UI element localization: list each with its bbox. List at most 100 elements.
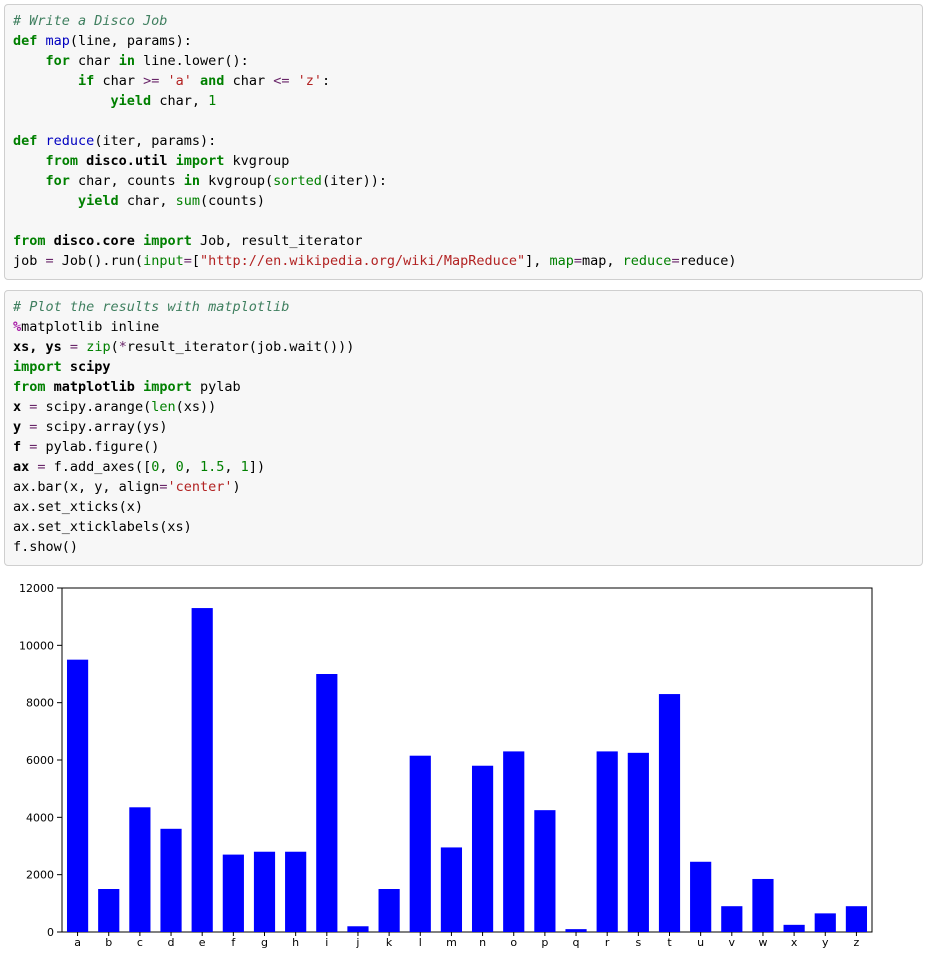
expr: f.add_axes([ <box>46 459 152 475</box>
bar-c <box>129 807 150 932</box>
module: disco.util <box>86 153 167 169</box>
comma: , <box>192 93 208 109</box>
close: ) <box>232 479 240 495</box>
op-eq: = <box>184 253 192 269</box>
svg-text:w: w <box>758 936 767 949</box>
bracket: ], <box>525 253 549 269</box>
svg-text:e: e <box>199 936 206 949</box>
op-eq: = <box>46 253 54 269</box>
id: char <box>102 73 135 89</box>
colon: : <box>322 73 330 89</box>
kwarg-reduce: reduce <box>623 253 672 269</box>
svg-text:r: r <box>605 936 610 949</box>
bar-v <box>721 906 742 932</box>
close: ) <box>728 253 736 269</box>
comment: # Write a Disco Job <box>13 13 167 29</box>
sep: , <box>224 459 240 475</box>
code-cell-1: # Write a Disco Job def map(line, params… <box>4 4 923 280</box>
fn-map: map <box>46 33 70 49</box>
svg-text:f: f <box>231 936 236 949</box>
svg-text:t: t <box>667 936 672 949</box>
bar-b <box>98 889 119 932</box>
bar-m <box>441 847 462 932</box>
kw-yield: yield <box>111 93 152 109</box>
id: char <box>233 73 266 89</box>
expr: line.lower(): <box>143 53 249 69</box>
svg-text:p: p <box>541 936 548 949</box>
op-eq: = <box>671 253 679 269</box>
str: 'a' <box>168 73 192 89</box>
module: disco.core <box>54 233 135 249</box>
svg-text:n: n <box>479 936 486 949</box>
svg-text:g: g <box>261 936 268 949</box>
id: char <box>159 93 192 109</box>
bar-i <box>316 674 337 932</box>
id: f <box>13 439 29 455</box>
builtin-len: len <box>151 399 175 415</box>
svg-text:q: q <box>573 936 580 949</box>
expr: (iter)): <box>322 173 387 189</box>
num: 1 <box>241 459 249 475</box>
assign: job <box>13 253 46 269</box>
svg-text:z: z <box>854 936 860 949</box>
expr: scipy.array(ys) <box>37 419 167 435</box>
ids: xs, ys <box>13 339 70 355</box>
builtin-sum: sum <box>176 193 200 209</box>
str-url: "http://en.wikipedia.org/wiki/MapReduce" <box>200 253 525 269</box>
kw-if: if <box>78 73 94 89</box>
num: 0 <box>176 459 184 475</box>
svg-text:d: d <box>168 936 175 949</box>
op-eq: = <box>37 459 45 475</box>
id: char <box>127 193 160 209</box>
svg-text:y: y <box>822 936 829 949</box>
id: x <box>13 399 29 415</box>
id: reduce <box>680 253 729 269</box>
expr: kvgroup( <box>208 173 273 189</box>
op-eq: = <box>70 339 78 355</box>
svg-text:b: b <box>105 936 112 949</box>
svg-text:m: m <box>446 936 457 949</box>
kw-import: import <box>143 379 192 395</box>
svg-text:6000: 6000 <box>26 754 54 767</box>
builtin-zip: zip <box>86 339 110 355</box>
kw-for: for <box>46 53 70 69</box>
id: char <box>78 53 111 69</box>
svg-text:v: v <box>729 936 736 949</box>
kw-yield: yield <box>78 193 119 209</box>
kw-from: from <box>13 379 46 395</box>
module: matplotlib <box>54 379 135 395</box>
svg-text:x: x <box>791 936 798 949</box>
kw-from: from <box>13 233 46 249</box>
svg-text:4000: 4000 <box>26 811 54 824</box>
bar-y <box>815 913 836 932</box>
svg-text:j: j <box>355 936 359 949</box>
module: scipy <box>70 359 111 375</box>
expr: (xs)) <box>176 399 217 415</box>
op-ge: >= <box>143 73 159 89</box>
expr: f.show() <box>13 539 78 555</box>
svg-text:2000: 2000 <box>26 869 54 882</box>
expr: Job().run( <box>54 253 143 269</box>
svg-text:l: l <box>419 936 422 949</box>
sig: (line, params): <box>70 33 192 49</box>
svg-text:8000: 8000 <box>26 697 54 710</box>
bar-t <box>659 694 680 932</box>
bar-j <box>347 926 368 932</box>
bar-p <box>534 810 555 932</box>
bracket: [ <box>192 253 200 269</box>
expr: ax.bar(x, y, align <box>13 479 159 495</box>
op-le: <= <box>273 73 289 89</box>
sep: , <box>159 459 175 475</box>
module: pylab <box>200 379 241 395</box>
bar-l <box>410 756 431 932</box>
ids: Job, result_iterator <box>200 233 363 249</box>
magic-percent: % <box>13 319 21 335</box>
kw-for: for <box>46 173 70 189</box>
sp <box>78 339 86 355</box>
id: ax <box>13 459 37 475</box>
expr: pylab.figure() <box>37 439 159 455</box>
expr: ax.set_xticklabels(xs) <box>13 519 192 535</box>
kw-def: def <box>13 133 37 149</box>
bar-d <box>160 829 181 932</box>
kw-in: in <box>184 173 200 189</box>
